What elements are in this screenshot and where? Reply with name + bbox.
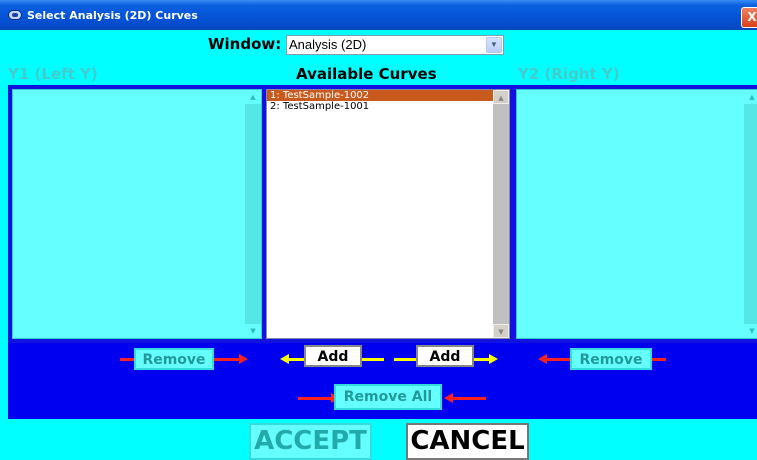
scroll-up-icon[interactable]: ▲ xyxy=(744,90,757,104)
scroll-up-icon[interactable]: ▲ xyxy=(245,90,261,104)
cancel-button[interactable]: CANCEL xyxy=(406,423,529,460)
remove-all-button[interactable]: Remove All xyxy=(334,384,442,410)
chevron-down-icon[interactable]: ▼ xyxy=(486,37,502,53)
y2-header: Y2 (Right Y) xyxy=(518,65,620,83)
title-bar: Select Analysis (2D) Curves X xyxy=(0,0,757,30)
y2-scrollbar[interactable]: ▲ ▼ xyxy=(744,90,757,338)
arrow-left-icon xyxy=(538,354,570,364)
available-scrollbar[interactable]: ▲ ▼ xyxy=(493,90,509,338)
arrow-line-icon xyxy=(362,358,384,361)
y1-panel: ▲ ▼ xyxy=(8,85,264,343)
arrow-left-icon xyxy=(444,393,486,403)
accept-button[interactable]: ACCEPT xyxy=(249,423,372,460)
remove-y1-button[interactable]: Remove xyxy=(134,348,214,370)
available-panel: 1: TestSample-1002 2: TestSample-1001 ▲ … xyxy=(262,85,516,343)
arrow-line-icon xyxy=(394,358,416,361)
scroll-up-icon[interactable]: ▲ xyxy=(493,90,509,104)
arrow-right-icon xyxy=(474,354,498,364)
app-icon xyxy=(8,10,22,20)
arrow-right-icon xyxy=(214,354,248,364)
y1-header: Y1 (Left Y) xyxy=(8,65,98,83)
arrow-right-icon xyxy=(652,358,666,361)
window-dropdown[interactable]: Analysis (2D) ▼ xyxy=(286,35,504,55)
y2-panel: ▲ ▼ xyxy=(512,85,757,343)
y1-curves-list[interactable]: ▲ ▼ xyxy=(12,89,262,339)
y1-scrollbar[interactable]: ▲ ▼ xyxy=(245,90,261,338)
window-label: Window: xyxy=(208,35,282,53)
arrow-left-icon xyxy=(120,358,134,361)
available-curves-header: Available Curves xyxy=(296,65,437,83)
window-selector-row: Window: Analysis (2D) ▼ xyxy=(0,35,757,57)
available-curves-list[interactable]: 1: TestSample-1002 2: TestSample-1001 ▲ … xyxy=(266,89,510,339)
remove-y2-button[interactable]: Remove xyxy=(570,348,652,370)
window-title: Select Analysis (2D) Curves xyxy=(27,8,198,22)
close-button[interactable]: X xyxy=(741,7,757,28)
window-dropdown-value: Analysis (2D) xyxy=(289,37,367,52)
add-y2-button[interactable]: Add xyxy=(416,345,474,367)
scroll-down-icon[interactable]: ▼ xyxy=(245,324,261,338)
list-item[interactable]: 2: TestSample-1001 xyxy=(267,101,493,112)
add-y1-button[interactable]: Add xyxy=(304,345,362,367)
scroll-down-icon[interactable]: ▼ xyxy=(744,324,757,338)
action-area: Remove Add Add Remove Remove All xyxy=(8,343,757,419)
y2-curves-list[interactable]: ▲ ▼ xyxy=(516,89,757,339)
scroll-down-icon[interactable]: ▼ xyxy=(493,324,509,338)
arrow-right-icon xyxy=(298,393,340,403)
list-item[interactable]: 1: TestSample-1002 xyxy=(267,90,493,101)
arrow-left-icon xyxy=(280,354,304,364)
